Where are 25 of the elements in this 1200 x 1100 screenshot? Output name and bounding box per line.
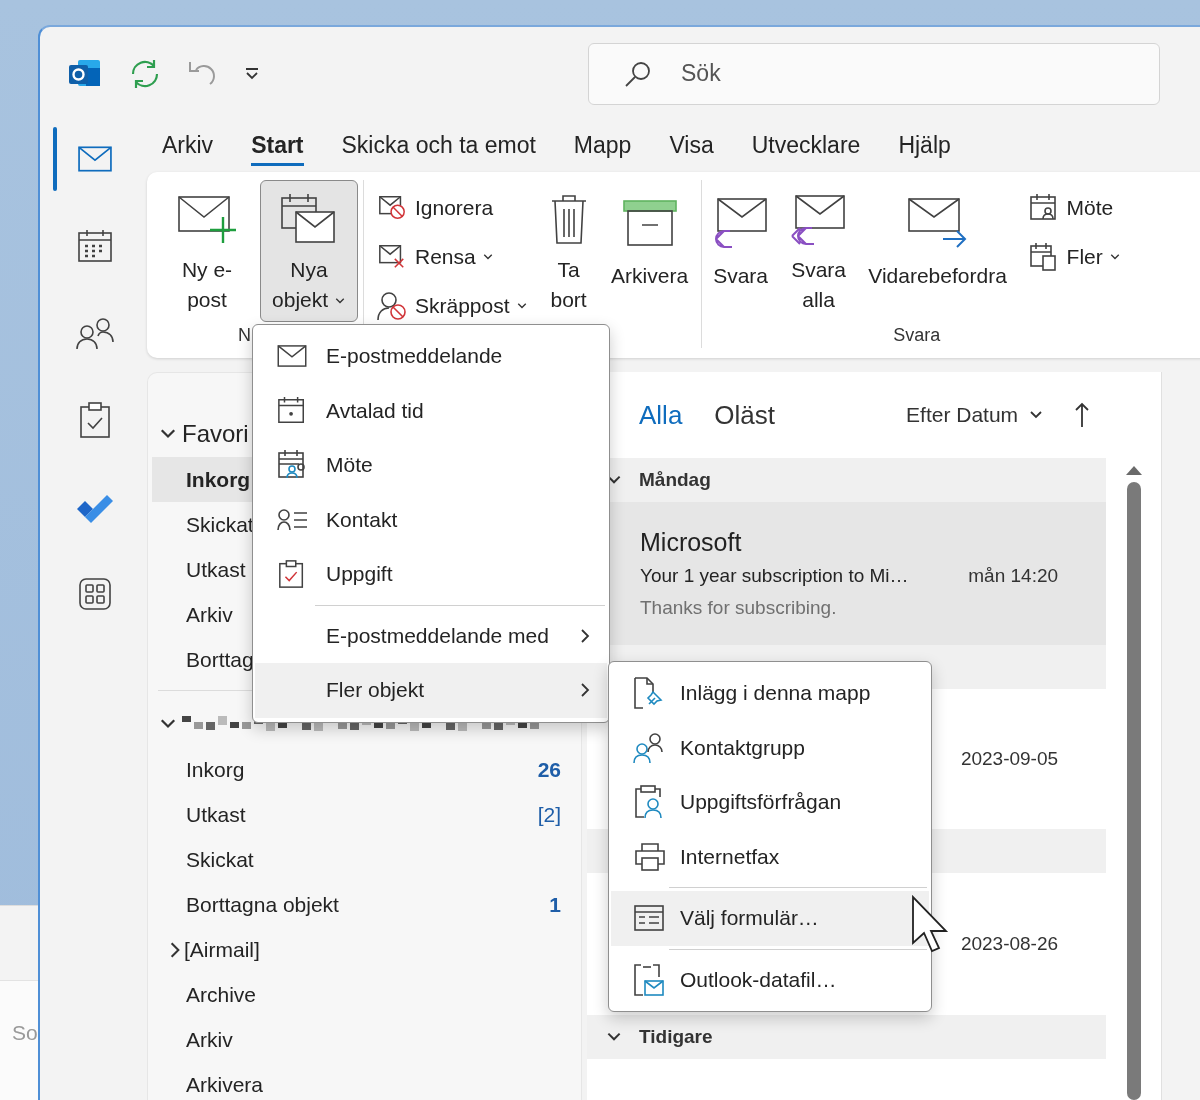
- menu-item-label: Välj formulär…: [680, 906, 820, 931]
- unread-count: 1: [549, 892, 561, 917]
- menu-item-label: Kontaktgrupp: [680, 735, 806, 760]
- background-window-text: So: [12, 1021, 38, 1044]
- menu-item-label: Avtalad tid: [326, 398, 425, 423]
- menu-item-label: Uppgift: [326, 562, 394, 587]
- message-time: 2023-08-26: [960, 933, 1059, 955]
- menu-item-label: Outlook-datafil…: [680, 967, 838, 992]
- message-subject: Your 1 year subscription to Mi…: [640, 565, 909, 587]
- group-label: Svara: [893, 324, 941, 346]
- group-label: N: [238, 324, 251, 346]
- unread-count: 26: [537, 757, 561, 782]
- menu-item-label: E-postmeddelande med: [326, 623, 550, 648]
- message-preview: Thanks for subscribing.: [640, 597, 838, 619]
- message-time: mån 14:20: [968, 565, 1059, 587]
- menu-item-label: Uppgiftsförfrågan: [680, 790, 843, 815]
- menu-item-label: Internetfax: [680, 844, 781, 869]
- menu-item-label: Inlägg i denna mapp: [680, 681, 872, 706]
- message-time: 2023-09-05: [960, 748, 1059, 770]
- unread-count: [2]: [537, 802, 561, 827]
- menu-item-label: Fler objekt: [326, 678, 426, 703]
- sender-name: Microsoft: [640, 528, 743, 557]
- menu-item-label: E-postmeddelande: [326, 344, 504, 369]
- menu-item-label: Möte: [326, 453, 374, 478]
- menu-item-label: Kontakt: [326, 507, 399, 532]
